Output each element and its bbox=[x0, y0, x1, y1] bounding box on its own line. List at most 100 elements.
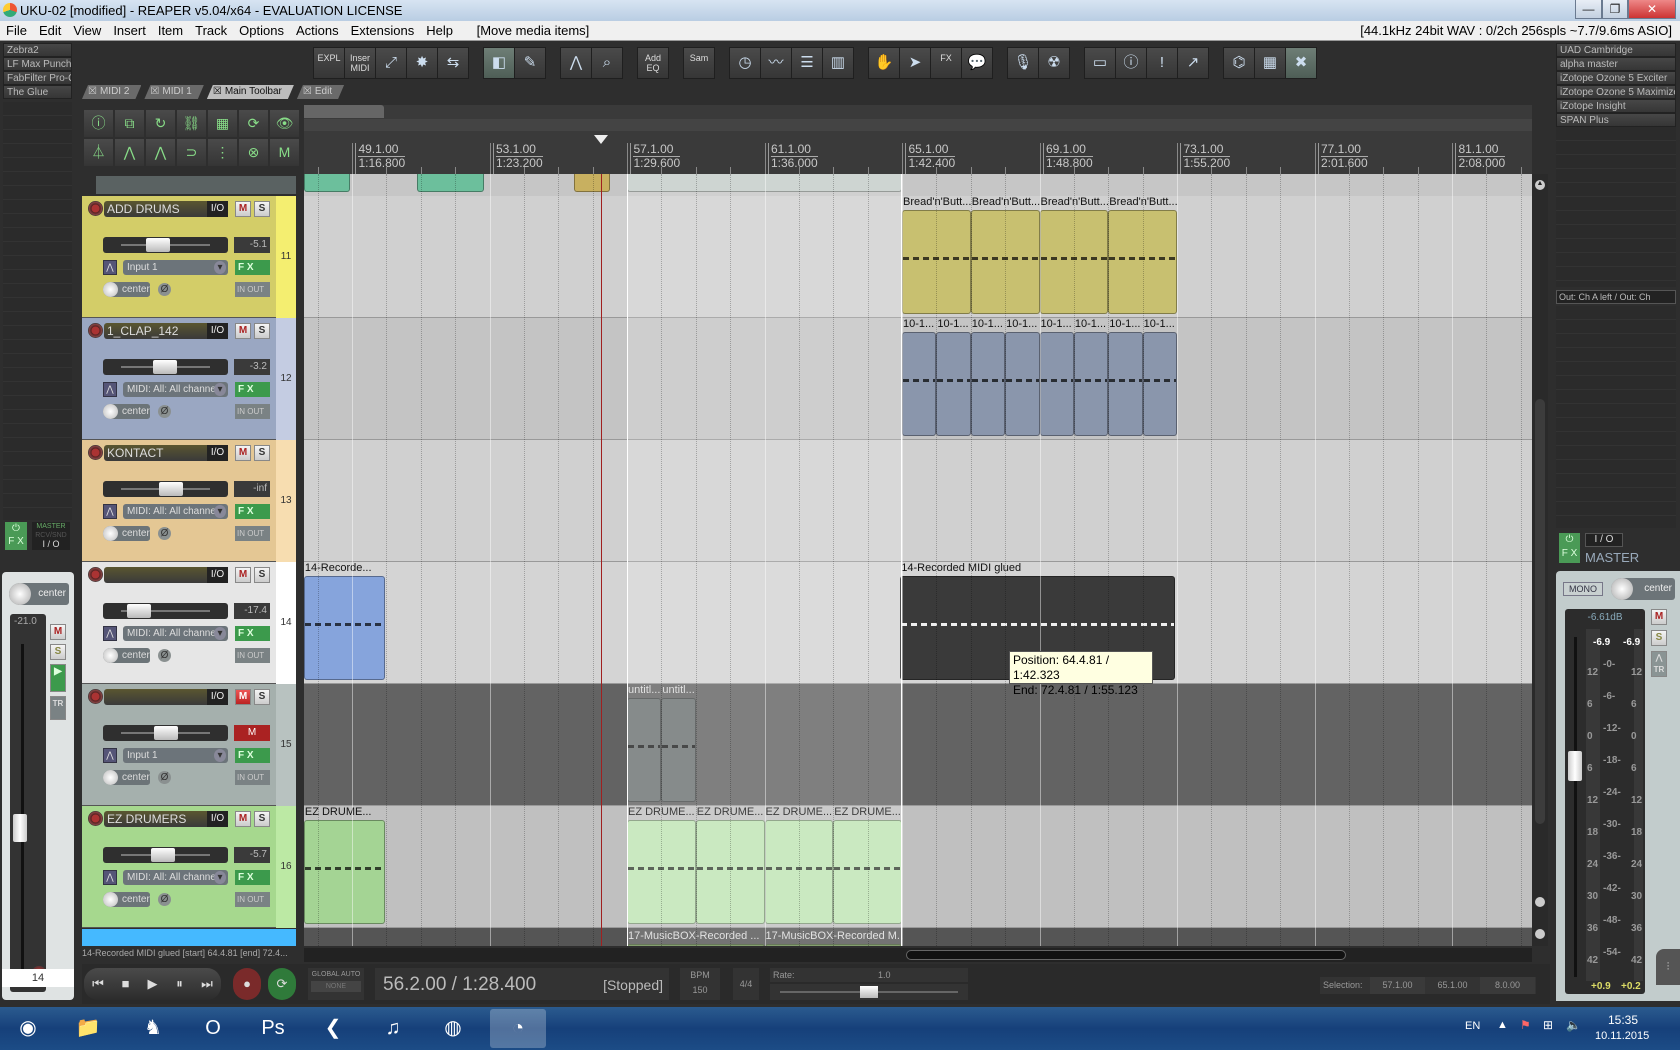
mono-button[interactable]: MONO bbox=[1563, 582, 1603, 596]
input-select[interactable]: Input 1 bbox=[123, 748, 228, 763]
master-meter[interactable]: -6.61dB -6.9 -6.9 +0.9 +0.2 -0- -6- -12- -1… bbox=[1565, 609, 1645, 994]
menu-options[interactable]: Options bbox=[233, 21, 290, 41]
add-eq-button[interactable]: Add EQ bbox=[638, 48, 668, 78]
track-lane-17[interactable]: 17-MusicBOX-Recorded ... 17-MusicBOX-Reco… bbox=[304, 928, 1532, 946]
track-lane-13[interactable] bbox=[304, 440, 1532, 562]
installer-icon[interactable]: ♫ bbox=[365, 1009, 421, 1048]
media-item[interactable] bbox=[627, 698, 662, 802]
eye-mixer-button[interactable]: 👁 bbox=[270, 110, 299, 137]
mute-button[interactable]: M bbox=[235, 445, 251, 461]
master-fx-button[interactable]: ⏻ F X bbox=[1559, 533, 1580, 563]
bpm-display[interactable]: BPM 150 bbox=[680, 968, 720, 1000]
monitor-button[interactable]: IN OUT bbox=[235, 648, 270, 663]
close-red-button[interactable]: ✖ bbox=[1286, 48, 1316, 78]
master-fx-slot-0[interactable]: UAD Cambridge bbox=[1556, 43, 1676, 57]
vertical-scroll-thumb[interactable] bbox=[1535, 399, 1545, 824]
envelope-edit-button[interactable]: ⋀ bbox=[115, 139, 144, 166]
fx-button[interactable]: F X bbox=[235, 748, 270, 763]
pause-button[interactable]: ⏸ bbox=[166, 968, 193, 1000]
zoom-button[interactable]: ⌕ bbox=[592, 48, 622, 78]
tab-close-icon[interactable]: ☒ bbox=[150, 86, 159, 97]
timeline-ruler[interactable]: 49.1.00 1:16.800 53.1.00 1:23.200 57.1.00 1:2… bbox=[304, 105, 1532, 174]
screen-button[interactable]: ▭ bbox=[1085, 48, 1115, 78]
volume-readout[interactable]: -inf bbox=[234, 481, 270, 497]
solo-button[interactable]: S bbox=[254, 689, 270, 705]
volume-readout[interactable]: M bbox=[234, 725, 270, 741]
go-to-end-button[interactable]: ⏭ bbox=[193, 968, 221, 1000]
monitor-button[interactable]: IN OUT bbox=[235, 892, 270, 907]
volume-fader[interactable] bbox=[103, 847, 228, 863]
ruler-marker[interactable]: 65.1.00 1:42.400 bbox=[905, 143, 956, 174]
pan-knob[interactable]: center bbox=[103, 526, 150, 541]
volume-fader-knob[interactable] bbox=[153, 360, 177, 374]
envelope-button[interactable]: ⋀ bbox=[103, 870, 117, 885]
media-item[interactable] bbox=[304, 174, 351, 192]
film-alert-button[interactable]: ! bbox=[1147, 48, 1177, 78]
input-select[interactable]: MIDI: All: All channe bbox=[123, 382, 228, 397]
opera-icon[interactable]: O bbox=[185, 1009, 241, 1048]
explorer-folder-icon[interactable]: 📁 bbox=[60, 1009, 116, 1048]
pencil-button[interactable]: ✎ bbox=[515, 48, 545, 78]
phase-invert-button[interactable]: Ø bbox=[158, 893, 171, 906]
speech-button[interactable]: 💬 bbox=[962, 48, 992, 78]
magnet-button[interactable]: ⊃ bbox=[177, 139, 206, 166]
fx-button[interactable]: F X bbox=[235, 260, 270, 275]
mute-button[interactable]: M bbox=[235, 811, 251, 827]
mixer-button[interactable]: ▥ bbox=[823, 48, 853, 78]
phase-invert-button[interactable]: Ø bbox=[158, 405, 171, 418]
left-pan-knob[interactable]: center bbox=[9, 583, 69, 605]
solo-button[interactable]: S bbox=[254, 445, 270, 461]
media-item[interactable] bbox=[970, 332, 1006, 436]
phase-invert-button[interactable]: Ø bbox=[158, 771, 171, 784]
snap-button[interactable]: ◧ bbox=[484, 48, 514, 78]
envelope-button[interactable]: ⋀ bbox=[103, 260, 117, 275]
volume-fader[interactable] bbox=[103, 237, 228, 253]
envelope-button[interactable]: ⋀ bbox=[103, 748, 117, 763]
cursor-button[interactable]: ➤ bbox=[900, 48, 930, 78]
selection-length[interactable]: 8.0.00 bbox=[1480, 977, 1535, 994]
horizontal-scrollbar[interactable] bbox=[304, 948, 1532, 962]
toolbar-tab[interactable]: ☒ Edit bbox=[297, 85, 344, 99]
restore-button[interactable]: ❐ bbox=[1602, 0, 1628, 19]
flag-icon[interactable]: ⚑ bbox=[1520, 1018, 1531, 1032]
ruler-marker[interactable]: 69.1.00 1:48.800 bbox=[1042, 143, 1093, 174]
metronome-button[interactable]: ⏃ bbox=[84, 139, 113, 166]
toolbar-tab[interactable]: ☒ MIDI 1 bbox=[144, 85, 203, 99]
track-lane-16[interactable]: EZ DRUME... EZ DRUME... EZ DRUME... EZ DRUM… bbox=[304, 806, 1532, 928]
io-button[interactable]: I/O bbox=[207, 689, 228, 705]
left-volume-fader[interactable]: -21.0 bbox=[10, 614, 46, 992]
left-fx-button[interactable]: ⏻ F X bbox=[5, 522, 27, 550]
track-name-field[interactable]: 1_CLAP_142 bbox=[104, 323, 207, 339]
master-fx-slots[interactable] bbox=[1556, 127, 1676, 287]
grid-button[interactable]: ⋮ bbox=[208, 139, 237, 166]
master-pan-knob[interactable]: center bbox=[1611, 578, 1675, 600]
io-button[interactable]: I/O bbox=[207, 201, 228, 217]
horizontal-scroll-thumb[interactable] bbox=[906, 950, 1346, 960]
master-fx-slot-2[interactable]: iZotope Ozone 5 Exciter bbox=[1556, 71, 1676, 85]
track-panel-12[interactable]: 1_CLAP_142 I/O M S -3.2 ⋀ MIDI: All: All chann… bbox=[82, 318, 296, 440]
track-name-field[interactable] bbox=[104, 567, 207, 583]
mute-button[interactable]: M bbox=[235, 201, 251, 217]
clock-button[interactable]: ◷ bbox=[730, 48, 760, 78]
left-mute-button[interactable]: M bbox=[50, 624, 66, 640]
menu-view[interactable]: View bbox=[67, 21, 107, 41]
volume-fader-knob[interactable] bbox=[159, 482, 183, 496]
volume-fader-knob[interactable] bbox=[127, 604, 151, 618]
close-button[interactable]: ✕ bbox=[1628, 0, 1676, 19]
master-fx-slot-1[interactable]: alpha master bbox=[1556, 57, 1676, 71]
stop-button[interactable]: ■ bbox=[112, 968, 139, 1000]
master-io-button[interactable]: I / O bbox=[1585, 533, 1623, 547]
time-signature[interactable]: 4/4 bbox=[733, 968, 759, 1000]
menu-actions[interactable]: Actions bbox=[290, 21, 345, 41]
volume-readout[interactable]: -5.7 bbox=[234, 847, 270, 863]
media-item[interactable] bbox=[304, 820, 385, 924]
master-send-slots[interactable] bbox=[1556, 306, 1676, 528]
ruler-marker[interactable]: 53.1.00 1:23.200 bbox=[492, 143, 543, 174]
go-to-start-button[interactable]: ⏮ bbox=[84, 968, 112, 1000]
solo-button[interactable]: S bbox=[254, 811, 270, 827]
toolbar-tab[interactable]: ☒ MIDI 2 bbox=[82, 85, 141, 99]
fullscreen-button[interactable]: ⤢ bbox=[376, 48, 406, 78]
audio-status[interactable]: [44.1kHz 24bit WAV : 0/2ch 256spls ~7.7/… bbox=[1360, 21, 1672, 41]
tray-expand-icon[interactable]: ▲ bbox=[1497, 1019, 1508, 1031]
io-button[interactable]: I/O bbox=[207, 811, 228, 827]
